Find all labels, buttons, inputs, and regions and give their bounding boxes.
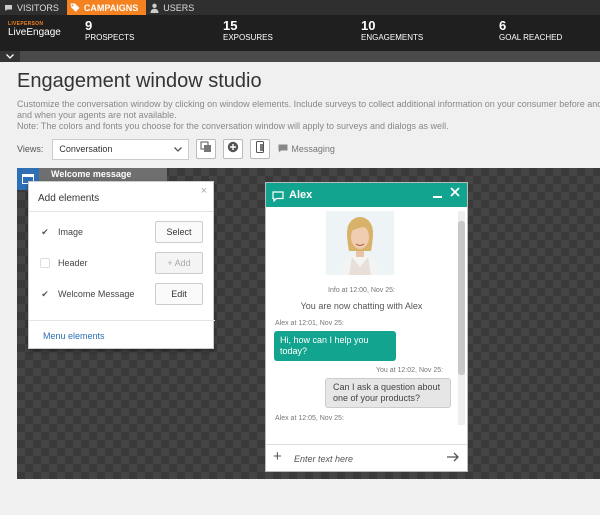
description-line: Customize the conversation window by cli… (17, 99, 600, 109)
page-description: Customize the conversation window by cli… (17, 99, 600, 132)
mobile-view-button[interactable] (250, 139, 271, 159)
description-line: and when your agents are not available. (17, 110, 177, 120)
stat-label: EXPOSURES (223, 33, 273, 42)
message-input[interactable]: Enter text here (294, 454, 353, 464)
checkbox-image[interactable]: ✔ (40, 227, 50, 237)
plus-icon[interactable]: + (273, 448, 282, 465)
top-nav: VISITORS CAMPAIGNS USERS (0, 0, 600, 15)
minimize-icon[interactable] (433, 187, 442, 202)
tab-label: USERS (163, 2, 195, 13)
element-row-header: Header + Add (29, 252, 215, 276)
liveengage-logo[interactable]: LIVEPERSON LiveEngage (8, 21, 68, 38)
add-elements-panel: Add elements × ✔ Image Select Header + A… (28, 181, 215, 350)
user-message: Can I ask a question about one of your p… (325, 378, 451, 408)
tab-campaigns[interactable]: CAMPAIGNS (66, 0, 147, 15)
element-row-image: ✔ Image Select (29, 221, 215, 245)
tab-label: CAMPAIGNS (83, 2, 139, 13)
page-title: Engagement window studio (17, 70, 262, 92)
stat-label: GOAL REACHED (499, 33, 563, 42)
brand-name: LiveEngage (8, 27, 61, 38)
plus-circle-icon (227, 140, 239, 158)
menu-elements-link[interactable]: Menu elements (43, 331, 105, 341)
chat-bubble-icon (272, 189, 284, 207)
close-icon[interactable] (450, 186, 460, 201)
stat-label: PROSPECTS (85, 33, 135, 42)
collapse-button[interactable] (0, 51, 20, 62)
checkbox-header[interactable] (40, 258, 50, 268)
add-header-button[interactable]: + Add (155, 252, 203, 274)
scrollbar-thumb[interactable] (458, 221, 465, 375)
messaging-toggle[interactable]: Messaging (278, 144, 335, 155)
chat-header[interactable]: Alex (266, 183, 467, 207)
stat-number: 10 (361, 18, 376, 33)
chat-icon (3, 3, 13, 13)
panel-title: Add elements (38, 193, 100, 204)
agent-avatar (326, 211, 394, 275)
stat-label: ENGAGEMENTS (361, 33, 424, 42)
stat-number: 15 (223, 18, 238, 33)
tag-icon (70, 3, 80, 13)
agent-message: Hi, how can I help you today? (274, 331, 396, 361)
tab-visitors[interactable]: VISITORS (0, 0, 67, 15)
edit-button[interactable]: Edit (155, 283, 203, 305)
message-icon (278, 144, 288, 155)
panel-header: Add elements × (29, 182, 213, 212)
info-timestamp: Info at 12:00, Nov 25: (328, 287, 395, 294)
mobile-icon (255, 140, 265, 158)
stat-exposures[interactable]: 15 EXPOSURES (223, 19, 273, 43)
message-meta: Alex at 12:05, Nov 25: (275, 415, 344, 422)
welcome-message-label[interactable]: Welcome message (51, 169, 131, 179)
messaging-label: Messaging (291, 144, 335, 154)
send-arrow-icon[interactable] (446, 450, 460, 469)
chat-input-bar: + Enter text here (266, 444, 467, 472)
views-select[interactable]: Conversation (52, 138, 190, 160)
select-button[interactable]: Select (155, 221, 203, 243)
views-toolbar: Views: Conversation Messaging (17, 138, 335, 160)
description-note: Note: The colors and fonts you choose fo… (17, 121, 449, 131)
stat-number: 6 (499, 18, 507, 33)
element-label: Image (58, 227, 84, 237)
add-button[interactable] (223, 139, 244, 159)
chat-start-notice: You are now chatting with Alex (300, 301, 423, 311)
message-meta: Alex at 12:01, Nov 25: (275, 320, 344, 327)
element-row-welcome: ✔ Welcome Message Edit (29, 283, 215, 307)
tab-users[interactable]: USERS (146, 0, 202, 15)
chevron-down-icon (174, 144, 183, 154)
checkbox-welcome[interactable]: ✔ (40, 289, 50, 299)
chat-window: Alex Info at 12:00, Nov 25: You are now … (265, 182, 468, 472)
stat-prospects[interactable]: 9 PROSPECTS (85, 19, 134, 43)
close-icon[interactable]: × (201, 185, 207, 197)
tab-label: VISITORS (17, 2, 59, 13)
element-label: Header (58, 258, 88, 268)
stats-bar: LIVEPERSON LiveEngage 9 PROSPECTS 15 EXP… (0, 15, 600, 51)
panel-footer: Menu elements (29, 320, 215, 350)
stat-engagements[interactable]: 10 ENGAGEMENTS (361, 19, 423, 43)
gallery-button[interactable] (196, 139, 217, 159)
user-icon (149, 3, 159, 13)
stat-number: 9 (85, 18, 93, 33)
element-label: Welcome Message (58, 289, 135, 299)
stat-goal-reached[interactable]: 6 GOAL REACHED (499, 19, 562, 43)
gallery-icon (200, 140, 212, 158)
chat-transcript: Info at 12:00, Nov 25: You are now chatt… (266, 207, 457, 429)
message-meta: You at 12:02, Nov 25: (376, 367, 444, 374)
views-label: Views: (17, 144, 44, 154)
views-selected-value: Conversation (59, 144, 113, 154)
collapse-strip (0, 51, 600, 62)
chevron-down-icon (6, 52, 14, 61)
chat-scrollbar[interactable] (458, 211, 465, 425)
agent-name: Alex (289, 189, 313, 201)
